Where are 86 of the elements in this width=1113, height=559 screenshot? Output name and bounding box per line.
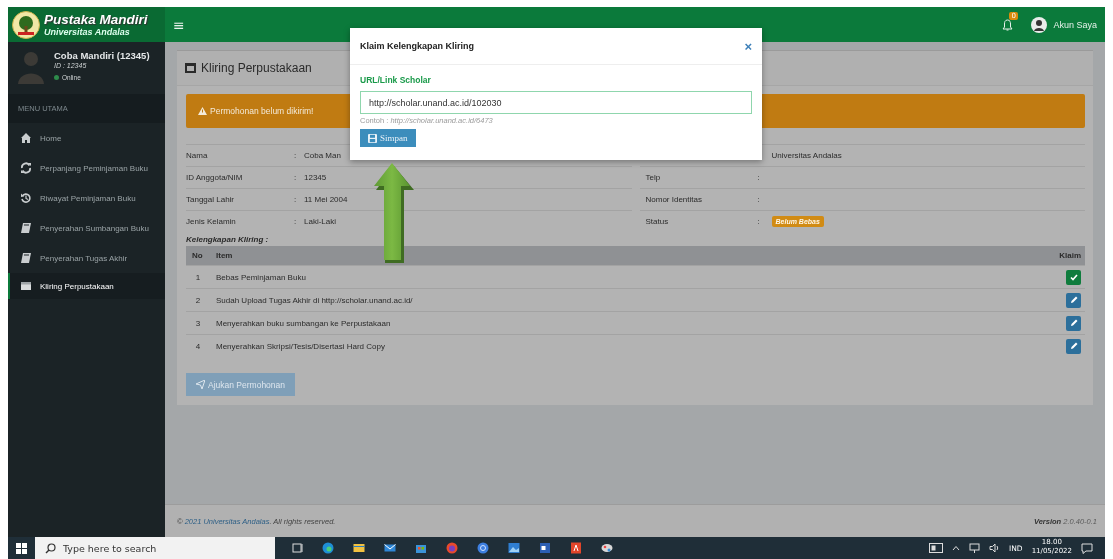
browser-icon[interactable] <box>322 542 334 554</box>
history-icon <box>20 192 32 204</box>
sidebar-item[interactable]: Perpanjang Peminjaman Buku <box>8 153 165 183</box>
user-name: Coba Mandiri (12345) <box>54 50 150 62</box>
card-title: Kliring Perpustakaan <box>201 61 312 75</box>
field-value: Universitas Andalas <box>770 151 843 160</box>
send-icon <box>196 380 205 389</box>
brand-name: Pustaka Mandiri <box>44 12 148 27</box>
pencil-icon <box>1069 342 1078 350</box>
field-label: Tanggal Lahir <box>186 195 236 204</box>
menu-toggle[interactable]: ≡ <box>173 16 185 33</box>
sidebar-item[interactable]: Penyerahan Tugas Akhir <box>8 243 165 273</box>
search-icon <box>45 542 56 554</box>
field-label: Nomor Identitas <box>645 195 703 204</box>
save-button[interactable]: Simpan <box>360 129 416 147</box>
task-view-icon[interactable] <box>291 542 303 554</box>
field-separator: : <box>294 151 298 160</box>
field-value: Coba Man <box>303 151 342 160</box>
url-input[interactable]: http://scholar.unand.ac.id/102030 <box>360 91 752 114</box>
windows-start-icon[interactable] <box>16 542 27 554</box>
table-cell: Menyerahkan Skripsi/Tesis/Disertasi Hard Copy <box>210 334 1051 357</box>
network-icon[interactable] <box>969 543 981 553</box>
sidebar-item[interactable]: Kliring Perpustakaan <box>8 273 165 299</box>
field-separator: : <box>294 173 298 182</box>
field-label: Nama <box>186 151 209 160</box>
field-separator: : <box>294 195 298 204</box>
field-label: Jenis Kelamin <box>186 217 237 226</box>
book-icon <box>20 252 32 264</box>
check-icon <box>1069 273 1078 281</box>
table-cell: 3 <box>186 311 210 335</box>
table-cell: 1 <box>186 265 210 289</box>
notification-icon[interactable] <box>1081 542 1093 554</box>
status-dot <box>54 75 59 81</box>
edit-button[interactable] <box>1066 315 1081 331</box>
table-cell: 4 <box>186 334 210 357</box>
sidebar-item[interactable]: Riwayat Peminjaman Buku <box>8 183 165 213</box>
pencil-icon <box>1069 319 1078 327</box>
field-label: ID Anggota/NIM <box>186 173 244 182</box>
edit-button[interactable] <box>1066 292 1081 308</box>
card-icon <box>185 63 196 73</box>
field-separator: : <box>294 217 298 226</box>
globe-icon[interactable] <box>477 542 489 554</box>
table-cell: 2 <box>186 288 210 312</box>
table-cell: Menyerahkan buku sumbangan ke Perpustakaan <box>210 311 1051 335</box>
paint-icon[interactable] <box>601 542 613 554</box>
field-separator: : <box>757 173 761 182</box>
table-cell: Sudah Upload Tugas Akhir di http://scholar.unand.ac.id/ <box>210 288 1051 312</box>
mail-icon[interactable] <box>384 542 396 554</box>
pencil-icon <box>1069 296 1078 304</box>
section-caption: Kelengkapan Kliring : <box>186 235 270 244</box>
refresh-icon <box>20 162 32 174</box>
field-value: 12345 <box>303 173 328 182</box>
speaker-icon[interactable] <box>989 543 1001 553</box>
field-separator: : <box>757 195 761 204</box>
home-icon <box>20 132 32 144</box>
field-label: Telp <box>645 173 662 182</box>
table-cell: Bebas Peminjaman Buku <box>210 265 1051 289</box>
photo-icon[interactable] <box>508 542 520 554</box>
news-icon[interactable] <box>929 543 944 553</box>
account-menu[interactable]: Akun Saya <box>1053 19 1097 30</box>
edit-button[interactable] <box>1066 338 1081 354</box>
field-label: Status <box>645 217 670 226</box>
brand-subtitle: Universitas Andalas <box>44 27 131 37</box>
card-icon <box>20 280 32 292</box>
dialog-title: Klaim Kelengkapan Kliring <box>360 41 475 51</box>
field-label: URL/Link Scholar <box>360 75 432 85</box>
column-header: Klaim <box>1051 246 1085 266</box>
column-header: No <box>186 246 210 266</box>
document-icon[interactable] <box>539 542 551 554</box>
field-value: Laki-Laki <box>303 217 337 226</box>
taskbar-search-field[interactable]: Type here to search <box>35 537 275 559</box>
bell-icon[interactable] <box>1002 18 1014 31</box>
claimed-button[interactable] <box>1066 269 1081 285</box>
close-button[interactable]: × <box>744 39 752 53</box>
book-icon <box>20 222 32 234</box>
sidebar-item[interactable]: Penyerahan Sumbangan Buku <box>8 213 165 243</box>
store-icon[interactable] <box>415 542 427 554</box>
folder-icon[interactable] <box>353 542 365 554</box>
field-value: 11 Mei 2004 <box>303 195 349 204</box>
column-header: Item <box>210 246 1051 266</box>
sidebar-item[interactable]: Home <box>8 123 165 153</box>
university-logo <box>12 10 40 39</box>
chevron-up-icon[interactable] <box>952 545 961 551</box>
user-avatar-icon <box>1031 16 1048 33</box>
field-separator: : <box>757 217 761 226</box>
warning-icon <box>198 107 207 115</box>
